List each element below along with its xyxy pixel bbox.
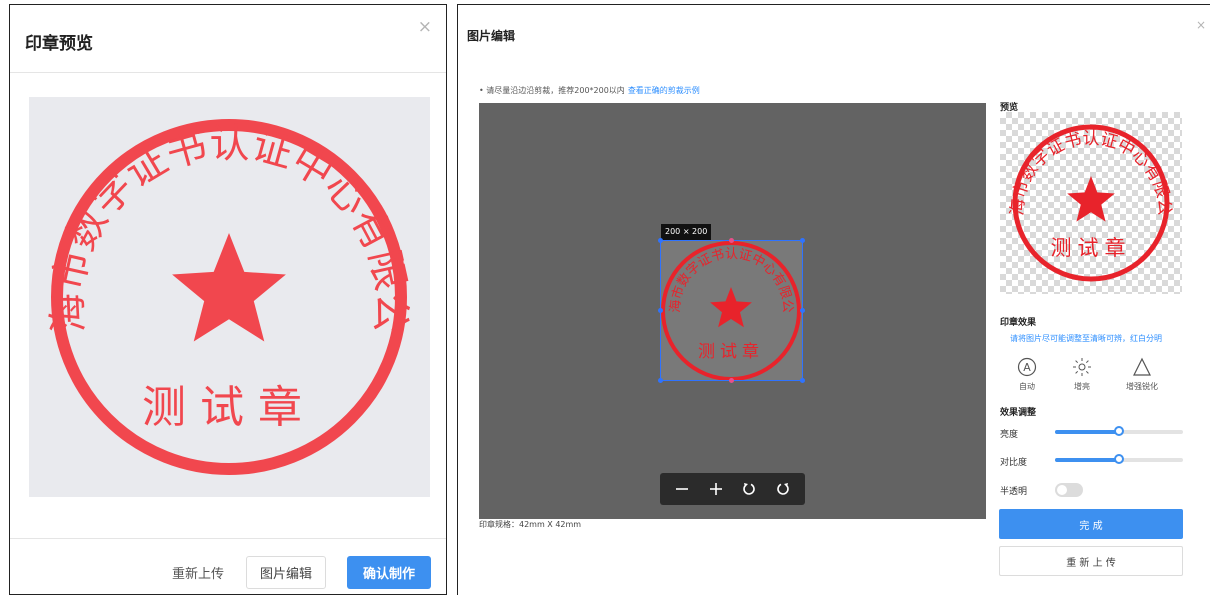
stamp-preview-thumbnail: 上海市数字证书认证中心有限公司 测试章 [992,97,1182,294]
dialog-title: 图片编辑 [467,29,516,43]
translucent-label: 半透明 [1000,487,1028,497]
crop-canvas[interactable]: 200 × 200 上海市数字证书认证中心有限公司 测试章 [479,103,986,519]
close-icon[interactable]: × [418,19,432,36]
zoom-in-icon[interactable] [705,478,727,500]
crop-handle-bottom-right[interactable] [800,378,805,383]
brightness-slider-fill [1055,430,1119,434]
preview-stamp-center-text: 测试章 [1051,236,1132,260]
crop-handle-top-left[interactable] [658,238,663,243]
sharpen-triangle-icon [1117,356,1167,378]
crop-handle-bottom-left[interactable] [658,378,663,383]
image-toolbar [660,473,805,505]
zoom-out-icon[interactable] [671,478,693,500]
crop-handle-bottom[interactable] [729,378,734,383]
dialog-title: 印章预览 [25,34,93,54]
auto-a-icon: A [1002,356,1052,378]
stamp-preview-dialog: 印章预览 × 上海市数字证书认证中心有限公司 测试章 重新上传 图片编辑 确认制… [9,4,447,595]
crop-stamp-center-text: 测试章 [698,342,764,362]
rotate-right-icon[interactable] [772,478,794,500]
crop-box[interactable]: 上海市数字证书认证中心有限公司 测试章 [658,238,805,383]
effect-auto[interactable]: A 自动 [1002,356,1052,392]
adjust-title: 效果调整 [1000,408,1037,418]
translucent-toggle-knob [1057,485,1067,495]
rotate-left-icon[interactable] [738,478,760,500]
crop-handle-top[interactable] [729,238,734,243]
footer-divider [10,538,446,539]
crop-stamp-image: 上海市数字证书认证中心有限公司 测试章 [661,241,801,380]
contrast-slider[interactable] [1055,454,1183,464]
header-divider [10,72,446,73]
confirm-make-button[interactable]: 确认制作 [347,556,431,589]
preview-stamp-image: 上海市数字证书认证中心有限公司 测试章 [992,97,1174,282]
stamp-preview-area: 上海市数字证书认证中心有限公司 测试章 [9,61,430,497]
effect-sharpen-label: 增强锐化 [1126,382,1158,391]
svg-text:A: A [1023,361,1031,374]
edit-image-button[interactable]: 图片编辑 [246,556,326,589]
reupload-button[interactable]: 重新上传 [163,556,233,589]
contrast-slider-fill [1055,458,1119,462]
brightness-label: 亮度 [1000,430,1019,440]
crop-size-label: 200 × 200 [661,224,712,240]
crop-stamp-star [710,287,752,328]
brightness-slider-knob[interactable] [1114,426,1124,436]
crop-hint: • 请尽量沿边沿剪裁，推荐200*200以内 查看正确的剪裁示例 [479,85,700,96]
crop-handle-left[interactable] [658,308,663,313]
brightness-slider[interactable] [1055,426,1183,436]
stamp-spec: 印章规格：42mm X 42mm [479,520,582,529]
contrast-label: 对比度 [1000,458,1028,468]
effects-title: 印章效果 [1000,318,1037,328]
stamp-center-text: 测试章 [142,382,316,433]
effect-brighten-label: 增亮 [1074,382,1090,391]
image-edit-dialog: 图片编辑 × • 请尽量沿边沿剪裁，推荐200*200以内 查看正确的剪裁示例 2… [457,4,1210,595]
effect-brighten[interactable]: 增亮 [1057,356,1107,392]
contrast-slider-knob[interactable] [1114,454,1124,464]
stamp-star [172,233,286,342]
crop-example-link[interactable]: 查看正确的剪裁示例 [628,86,700,95]
done-button[interactable]: 完 成 [999,509,1183,539]
crop-hint-text: • 请尽量沿边沿剪裁，推荐200*200以内 [479,86,625,95]
crop-handle-top-right[interactable] [800,238,805,243]
effect-auto-label: 自动 [1019,382,1035,391]
brightness-sun-icon [1057,356,1107,378]
stamp-image: 上海市数字证书认证中心有限公司 测试章 [9,61,414,475]
crop-handle-right[interactable] [800,308,805,313]
effects-hint: 请将图片尽可能调整至清晰可辨，红白分明 [1010,334,1162,343]
close-icon[interactable]: × [1196,19,1206,31]
preview-stamp-star [1067,176,1115,222]
reupload-button[interactable]: 重 新 上 传 [999,546,1183,576]
translucent-toggle[interactable] [1055,483,1083,497]
effect-sharpen[interactable]: 增强锐化 [1117,356,1167,392]
